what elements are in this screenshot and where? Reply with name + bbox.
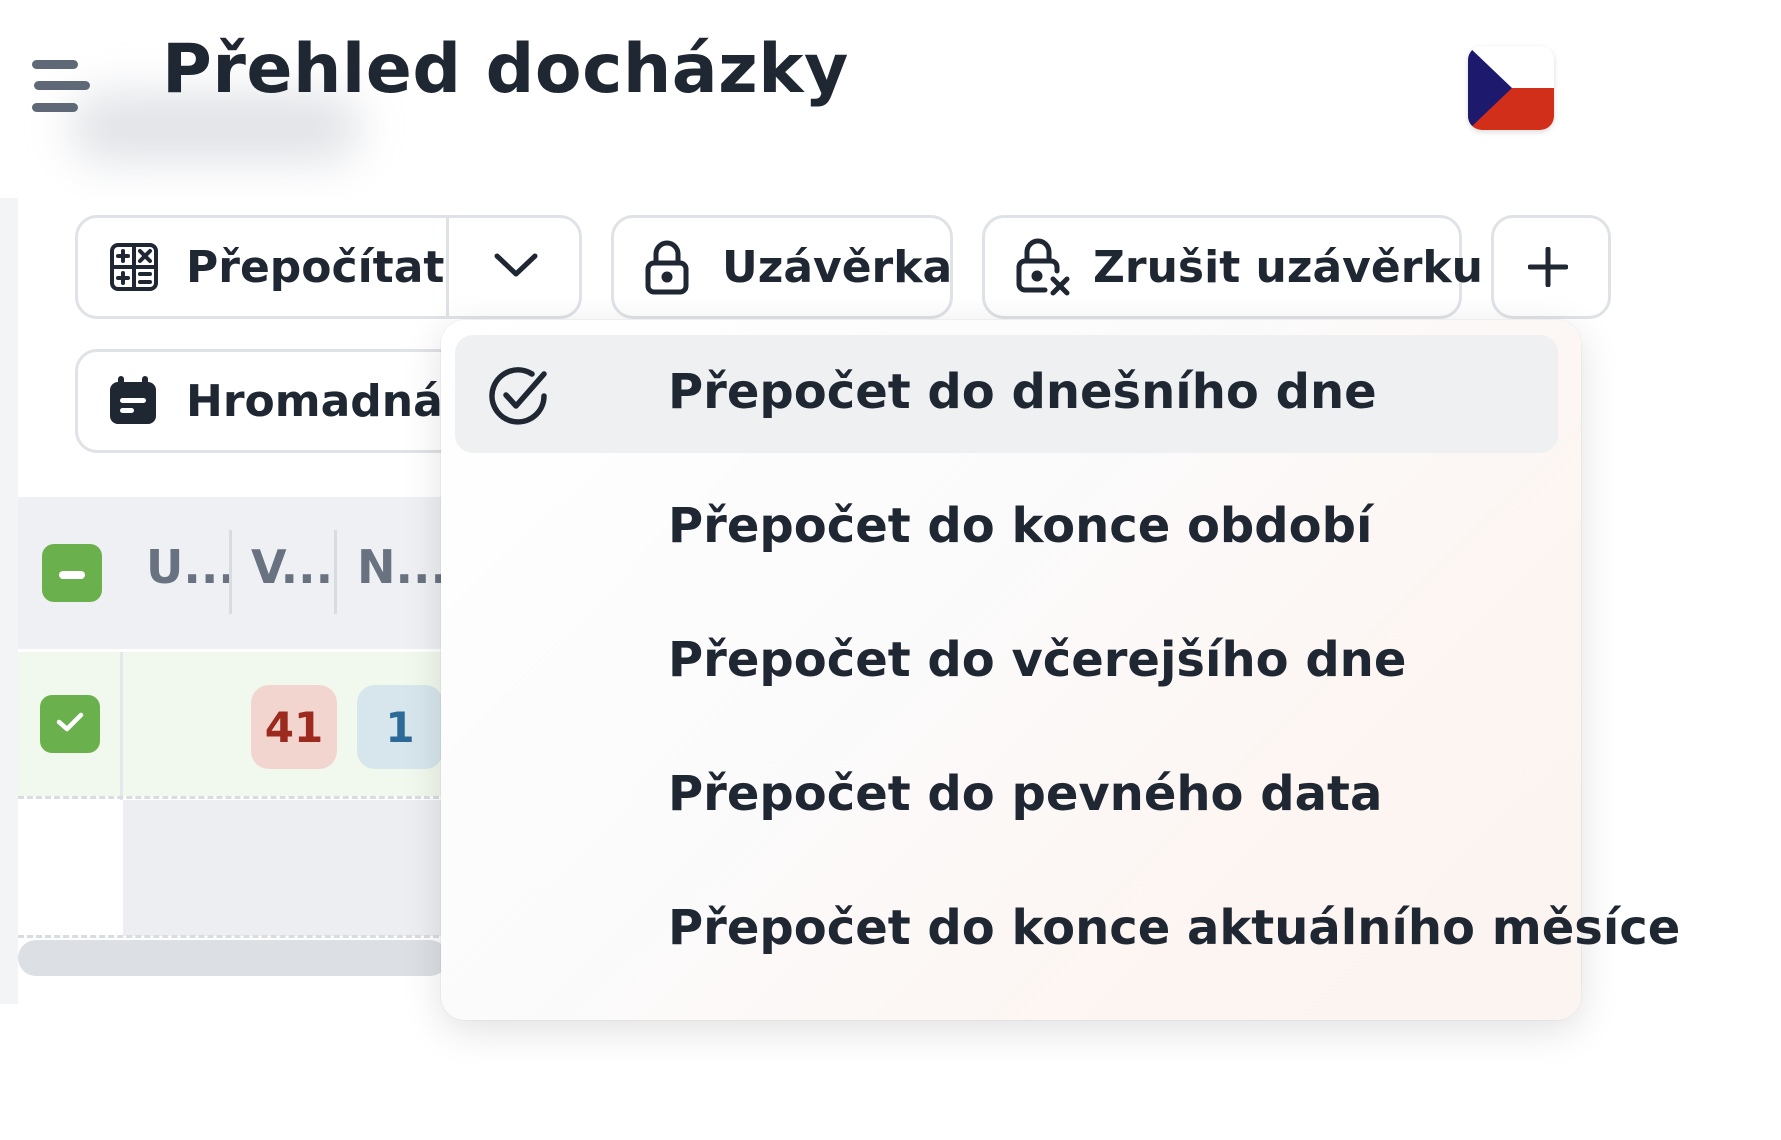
select-all-checkbox[interactable] xyxy=(42,544,102,602)
menu-item-label: Přepočet do dnešního dne xyxy=(668,364,1377,420)
lock-label: Uzávěrka xyxy=(722,241,953,293)
column-header-2[interactable]: V... xyxy=(251,540,333,594)
check-circle-icon xyxy=(486,364,550,428)
plus-icon xyxy=(1528,247,1568,287)
sidebar-edge xyxy=(0,198,18,1004)
calculator-icon xyxy=(108,241,160,293)
column-header-3[interactable]: N... xyxy=(357,540,448,594)
hamburger-menu-icon[interactable] xyxy=(22,48,102,124)
row-dashed-divider xyxy=(18,796,448,799)
checkmark-icon xyxy=(56,711,84,737)
lock-period-button[interactable]: Uzávěrka xyxy=(611,215,953,319)
menu-item-label: Přepočet do včerejšího dne xyxy=(668,632,1407,688)
column-header-1[interactable]: U... xyxy=(146,540,236,594)
count-badge-red: 41 xyxy=(251,685,337,769)
menu-item-label: Přepočet do konce období xyxy=(668,498,1373,554)
calendar-icon xyxy=(108,376,158,426)
recalculate-label: Přepočítat xyxy=(186,241,445,293)
page-title: Přehled docházky xyxy=(162,30,849,109)
count-badge-blue: 1 xyxy=(357,685,443,769)
bulk-entry-label: Hromadná z xyxy=(186,375,484,427)
column-divider xyxy=(334,530,337,614)
recalculate-button[interactable]: Přepočítat xyxy=(78,218,446,316)
add-button[interactable] xyxy=(1491,215,1611,319)
cancel-lock-label: Zrušit uzávěrku xyxy=(1093,241,1483,293)
recalculate-dropdown-toggle[interactable] xyxy=(449,218,582,316)
table-cell-empty xyxy=(123,800,448,936)
menu-item-label: Přepočet do pevného data xyxy=(668,766,1383,822)
menu-item-label: Přepočet do konce aktuálního měsíce xyxy=(668,900,1681,956)
minus-icon xyxy=(59,564,85,583)
app-header: Přehled docházky xyxy=(0,0,1568,198)
chevron-down-icon xyxy=(493,251,539,283)
horizontal-scrollbar[interactable] xyxy=(18,940,448,976)
row-dashed-divider xyxy=(18,935,448,938)
lock-icon xyxy=(644,239,690,295)
row-checkbox[interactable] xyxy=(40,695,100,753)
cancel-lock-button[interactable]: Zrušit uzávěrku xyxy=(982,215,1483,319)
recalculate-split-button: Přepočítat xyxy=(75,215,582,319)
lock-remove-icon xyxy=(1015,237,1071,297)
czech-flag-icon[interactable] xyxy=(1468,46,1554,130)
column-divider xyxy=(229,530,232,614)
